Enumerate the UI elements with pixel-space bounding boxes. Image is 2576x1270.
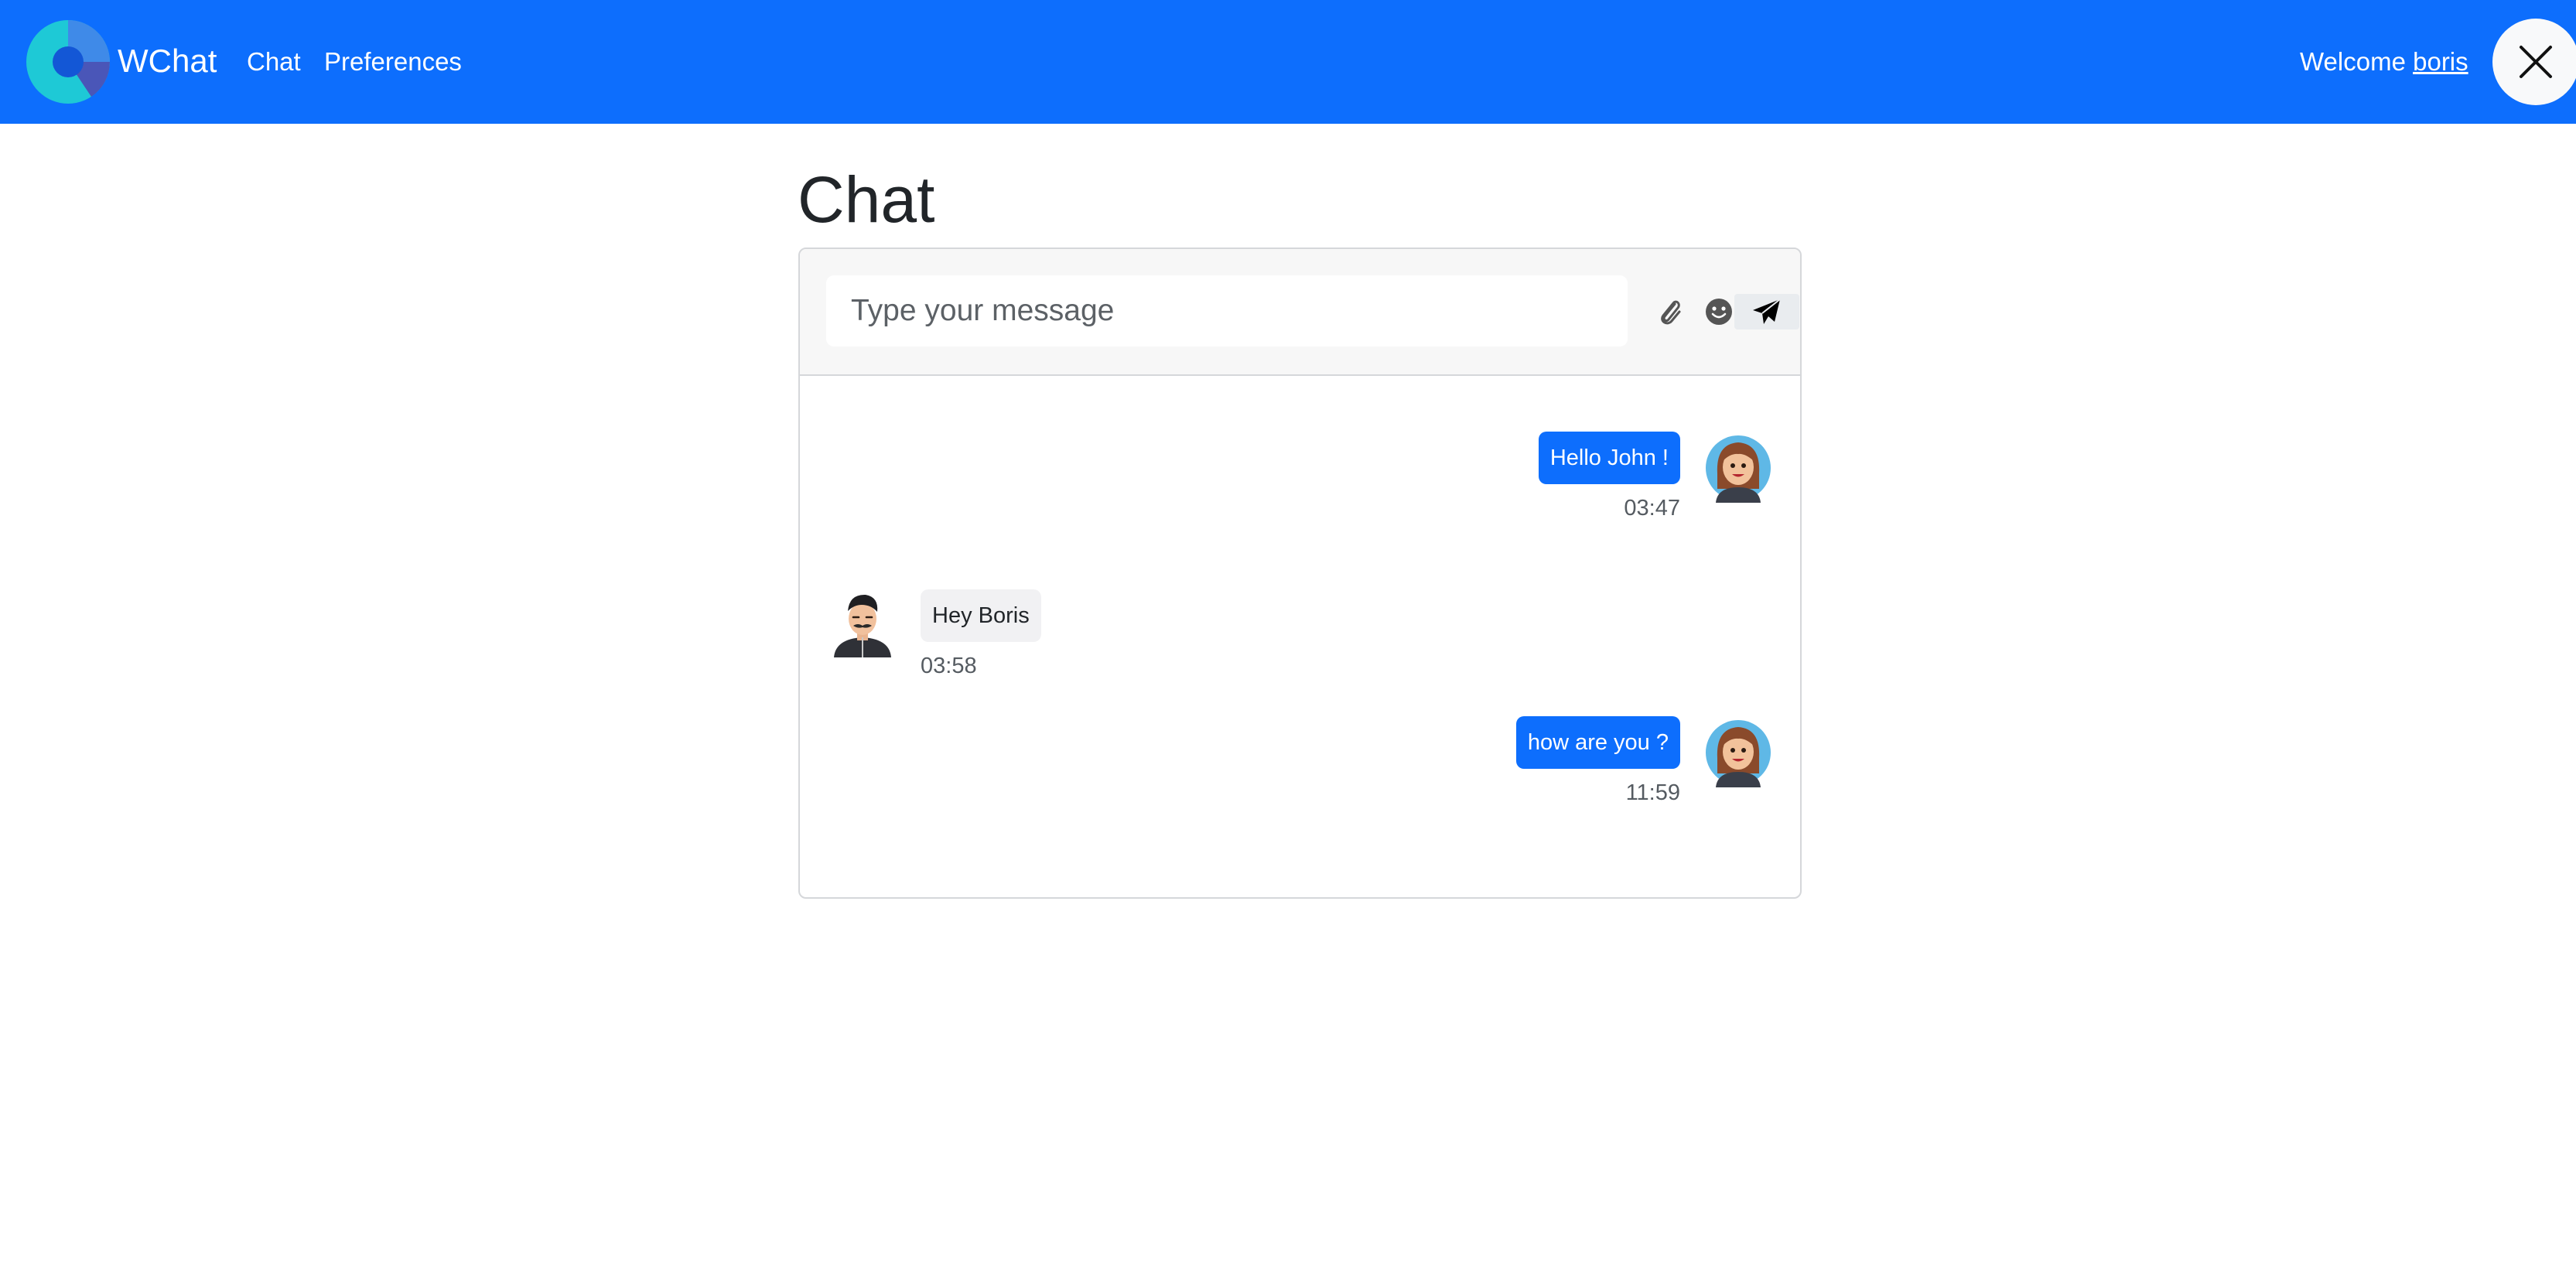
message-time: 11:59 [1625, 780, 1680, 805]
chat-panel: Hello John ! 03:47 Hey Boris 03:58 how a… [798, 248, 1802, 899]
brand-name[interactable]: WChat [118, 42, 217, 80]
emoji-icon [1706, 299, 1732, 325]
female-avatar-icon [1706, 720, 1771, 787]
message-input[interactable] [826, 275, 1628, 347]
paper-plane-icon [1753, 299, 1781, 324]
welcome-label: Welcome [2300, 47, 2406, 76]
male-avatar-icon [834, 594, 891, 657]
message-composer [800, 249, 1800, 376]
send-button[interactable] [1734, 294, 1799, 329]
welcome-message: Welcome boris [2300, 46, 2468, 77]
message-bubble-outgoing: how are you ? [1515, 716, 1680, 769]
close-button[interactable] [2492, 19, 2576, 105]
message-time: 03:58 [921, 654, 977, 678]
username-link[interactable]: boris [2413, 47, 2468, 76]
attach-button[interactable] [1651, 292, 1689, 331]
message-time: 03:47 [1624, 496, 1680, 521]
paperclip-icon [1661, 300, 1681, 325]
close-icon [2520, 46, 2552, 78]
emoji-button[interactable] [1700, 292, 1738, 331]
female-avatar-icon [1706, 435, 1771, 503]
nav-link-preferences[interactable]: Preferences [324, 46, 462, 77]
wchat-logo-icon[interactable] [26, 20, 111, 104]
message-bubble-outgoing: Hello John ! [1538, 432, 1680, 484]
top-navbar: WChat Chat Preferences Welcome boris [0, 0, 2576, 124]
message-bubble-incoming: Hey Boris [921, 589, 1041, 642]
page-title: Chat [798, 163, 935, 236]
nav-link-chat[interactable]: Chat [247, 46, 301, 77]
